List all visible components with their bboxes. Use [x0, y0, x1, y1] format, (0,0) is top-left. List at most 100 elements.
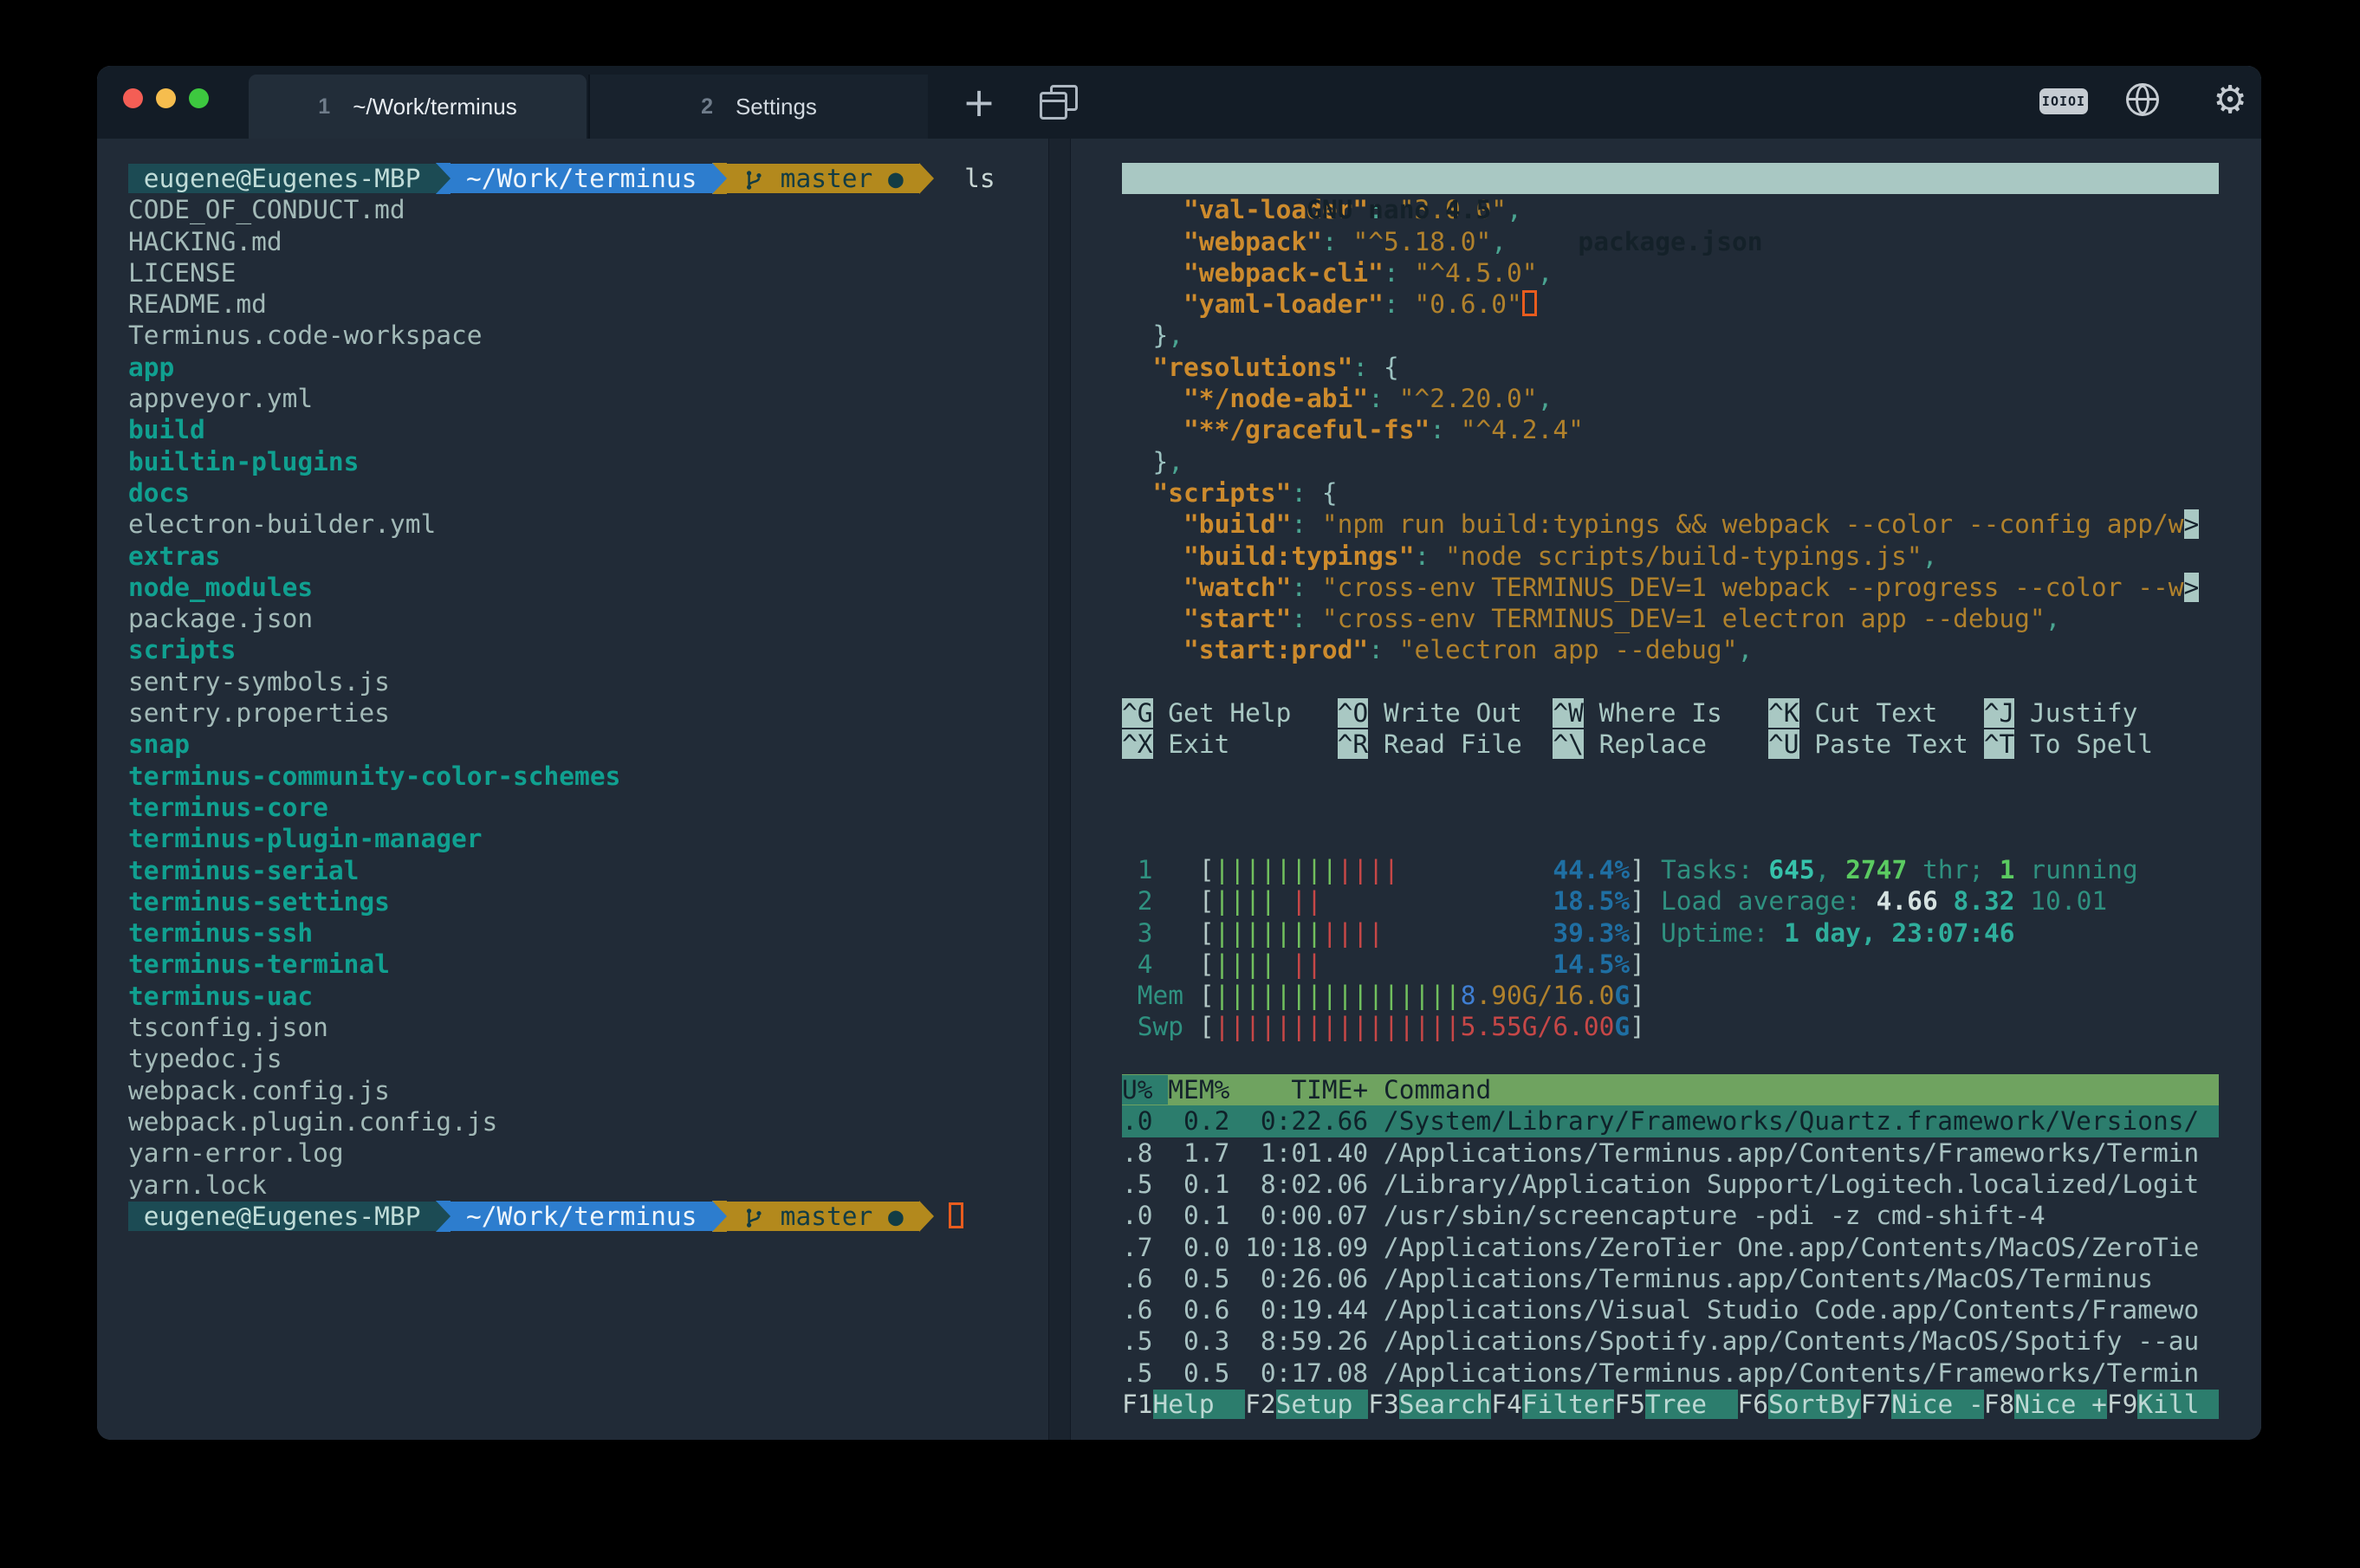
process-row: .6 0.6 0:19.44 /Applications/Visual Stud…: [1122, 1294, 2219, 1325]
text-segment: :: [1430, 415, 1461, 444]
text-segment: [727, 164, 742, 193]
text-segment: [1722, 698, 1768, 728]
terminal-line: extras: [128, 541, 1047, 572]
pane-splitter[interactable]: [1048, 139, 1071, 1440]
text-segment: [1522, 698, 1553, 728]
terminal-line: yarn.lock: [128, 1170, 1047, 1201]
tab-work-terminus[interactable]: 1 ~/Work/terminus: [249, 75, 587, 139]
nano-line: "scripts": {: [1122, 477, 2219, 509]
htop-meter: Mem [||||||||||||||||8.90G/16.0G]: [1122, 980, 2219, 1011]
text-segment: appveyor.yml: [128, 384, 313, 413]
htop-meter: Swp [||||||||||||||||5.55G/6.00G]: [1122, 1011, 2219, 1042]
nano-line: },: [1122, 320, 2219, 351]
text-segment: eugene@Eugenes-MBP: [128, 1202, 436, 1231]
text-segment: [1122, 509, 1183, 539]
terminal-line: app: [128, 352, 1047, 383]
text-segment: "^4.5.0": [1414, 258, 1537, 288]
nano-shortcuts-line: ^G Get Help ^O Write Out ^W Where Is ^K …: [1122, 697, 2219, 729]
process-row: U% MEM% TIME+ Command: [1122, 1074, 2219, 1105]
text-segment: Filter: [1522, 1390, 1615, 1419]
text-segment: webpack.plugin.config.js: [128, 1107, 497, 1137]
text-segment: ^O: [1338, 698, 1369, 728]
powerline-arrow-icon: [919, 1201, 934, 1232]
text-segment: "build": [1183, 509, 1291, 539]
htop-fkeys[interactable]: F1Help F2Setup F3SearchF4FilterF5Tree F6…: [1122, 1389, 2219, 1420]
text-segment: :: [1368, 384, 1399, 413]
terminal-line: LICENSE: [128, 257, 1047, 288]
text-segment: "resolutions": [1153, 353, 1353, 382]
globe-icon[interactable]: [2126, 83, 2159, 116]
nano-line: },: [1122, 446, 2219, 477]
text-segment: :: [1322, 227, 1353, 256]
text-segment: ,: [1815, 855, 1846, 884]
text-segment: sentry.properties: [128, 698, 390, 728]
text-segment: ,: [1168, 447, 1183, 476]
process-row: .0 0.1 0:00.07 /usr/sbin/screencapture -…: [1122, 1200, 2219, 1231]
text-segment: Read File: [1368, 729, 1522, 759]
block-cursor: [949, 1202, 963, 1228]
text-segment: [1384, 918, 1553, 948]
text-segment: 1 day, 23:07:46: [1784, 918, 2014, 948]
text-segment: ||||||||||||||||: [1215, 981, 1461, 1010]
titlebar[interactable]: 1 ~/Work/terminus 2 Settings + IOIOI ⚙: [97, 66, 2261, 139]
text-segment: [1937, 698, 1983, 728]
htop-meter: [1122, 1043, 2219, 1074]
text-segment: 2: [1122, 886, 1199, 916]
settings-gear-icon[interactable]: ⚙: [2206, 76, 2254, 125]
text-segment: Cut Text: [1799, 698, 1938, 728]
tab-settings[interactable]: 2 Settings: [588, 75, 928, 139]
text-segment: thr;: [1907, 855, 2000, 884]
text-segment: F9: [2107, 1390, 2138, 1419]
text-segment: docs: [128, 478, 190, 508]
text-segment: HACKING.md: [128, 227, 282, 256]
process-row: .0 0.2 0:22.66 /System/Library/Framework…: [1122, 1105, 2219, 1137]
htop-panel: 1 [|||||||||||| 44.4%] 2 [|||| || 18.5%]…: [1122, 854, 2219, 1420]
nano-shortcuts: ^G Get Help ^O Write Out ^W Where Is ^K …: [1122, 697, 2219, 761]
text-segment: ,: [1491, 227, 1507, 256]
maximize-button[interactable]: [189, 88, 209, 108]
text-segment: 3: [1122, 918, 1199, 948]
text-segment: yarn-error.log: [128, 1138, 344, 1168]
text-segment: yarn.lock: [128, 1170, 267, 1200]
text-segment: ||: [1291, 949, 1322, 979]
new-window-icon[interactable]: [1040, 85, 1078, 120]
text-segment: {: [1384, 353, 1399, 382]
text-segment: "npm run build:typings && webpack --colo…: [1322, 509, 2184, 539]
terminal-line: terminus-settings: [128, 886, 1047, 917]
text-segment: [1122, 321, 1153, 350]
text-segment: 5.55G/6.00: [1461, 1012, 1615, 1041]
text-segment: F6: [1738, 1390, 1769, 1419]
text-segment: "scripts": [1153, 478, 1292, 508]
new-tab-button[interactable]: +: [955, 78, 1003, 126]
terminal-pane-right[interactable]: GNU nano 4.5 package.json "val-loader": …: [1122, 139, 2219, 1440]
terminal-line: terminus-serial: [128, 855, 1047, 886]
text-segment: >: [2184, 509, 2200, 539]
terminal-line: scripts: [128, 634, 1047, 665]
text-segment: ,: [1538, 258, 1553, 288]
close-button[interactable]: [123, 88, 143, 108]
text-segment: [1322, 949, 1553, 979]
htop-fkey-bar[interactable]: F1Help F2Setup F3SearchF4FilterF5Tree F6…: [1122, 1389, 2219, 1420]
text-segment: |||||||: [1215, 918, 1322, 948]
terminal-line: terminus-plugin-manager: [128, 823, 1047, 854]
text-segment: Justify: [2014, 698, 2137, 728]
htop-info-line: Load average: 4.66 8.32 10.01: [1661, 885, 2138, 917]
text-segment: "^2.20.0": [1399, 384, 1538, 413]
text-segment: [1122, 604, 1183, 633]
text-segment: terminus-core: [128, 793, 328, 822]
minimize-button[interactable]: [156, 88, 176, 108]
terminal-line: README.md: [128, 288, 1047, 320]
terminal-pane-left[interactable]: eugene@Eugenes-MBP ~/Work/terminus maste…: [128, 139, 1047, 1440]
text-segment: ]: [1630, 918, 1645, 948]
text-segment: ||||||||||||||||: [1215, 1012, 1461, 1041]
terminal-line: terminus-uac: [128, 981, 1047, 1012]
text-segment: G: [1614, 981, 1630, 1010]
tab-title: Settings: [736, 94, 817, 120]
text-segment: ,: [1737, 635, 1753, 664]
text-segment: [727, 1202, 742, 1231]
text-segment: .6 0.6 0:19.44 /Applications/Visual Stud…: [1122, 1295, 2199, 1325]
terminal-line: webpack.plugin.config.js: [128, 1106, 1047, 1137]
desktop: 1 ~/Work/terminus 2 Settings + IOIOI ⚙ e…: [0, 0, 2360, 1568]
serial-port-icon[interactable]: IOIOI: [2039, 88, 2088, 114]
nano-line: "webpack-cli": "^4.5.0",: [1122, 257, 2219, 288]
